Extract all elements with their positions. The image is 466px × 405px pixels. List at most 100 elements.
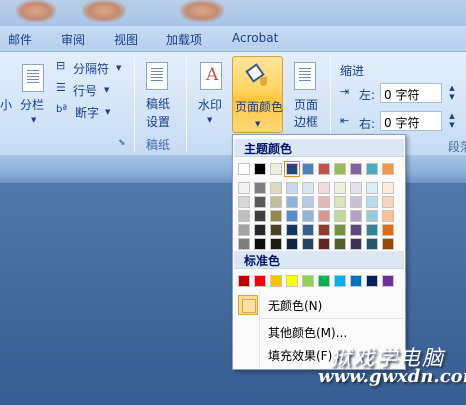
theme-shade-swatch[interactable] [366,196,378,208]
standard-color-swatch[interactable] [270,275,282,287]
line-numbers-button[interactable]: 行号 [73,82,97,99]
tab-addins[interactable]: 加载项 [166,31,202,48]
indent-right-input[interactable]: 0 字符 [380,111,442,131]
theme-shade-swatch[interactable] [366,224,378,236]
theme-color-swatch[interactable] [238,163,250,175]
theme-shade-swatch[interactable] [318,210,330,222]
no-color-label: 无颜色(N) [268,299,323,313]
theme-shade-swatch[interactable] [350,182,362,194]
theme-color-swatch[interactable] [334,163,346,175]
theme-shade-swatch[interactable] [382,196,394,208]
standard-color-swatch[interactable] [318,275,330,287]
theme-shade-swatch[interactable] [366,210,378,222]
theme-shade-swatch[interactable] [350,196,362,208]
tab-acrobat[interactable]: Acrobat [232,31,278,45]
theme-shade-swatch[interactable] [286,210,298,222]
theme-shade-swatch[interactable] [334,182,346,194]
indent-right-icon: ⇤ [340,114,350,127]
theme-shade-swatch[interactable] [302,224,314,236]
group-separator [134,56,135,152]
theme-shade-swatch[interactable] [286,182,298,194]
page-borders-button-line2[interactable]: 边框 [294,113,318,130]
indent-left-stepper[interactable]: ▲ ▼ [446,84,458,104]
theme-shade-swatch[interactable] [254,210,266,222]
indent-right-stepper[interactable]: ▲ ▼ [446,112,458,132]
theme-shade-swatch[interactable] [238,182,250,194]
draft-paper-button-line2[interactable]: 设置 [146,113,170,130]
columns-button[interactable]: 分栏 [20,96,44,113]
tab-mailings[interactable]: 邮件 [8,31,32,48]
theme-shade-swatch[interactable] [302,182,314,194]
theme-color-swatch[interactable] [366,163,378,175]
theme-shade-swatch[interactable] [334,238,346,250]
theme-color-swatch[interactable] [270,163,282,175]
theme-shade-swatch[interactable] [318,196,330,208]
breaks-button[interactable]: 分隔符 [73,60,109,77]
theme-shade-swatch[interactable] [382,238,394,250]
dialog-launcher-icon[interactable]: ⬊ [118,138,126,148]
theme-shade-swatch[interactable] [254,182,266,194]
theme-shade-swatch[interactable] [318,238,330,250]
hyphenation-button[interactable]: 断字 [75,104,99,121]
standard-color-swatch[interactable] [382,275,394,287]
theme-shade-swatch[interactable] [238,210,250,222]
theme-shade-swatch[interactable] [254,196,266,208]
no-color-item[interactable]: 无颜色(N) [234,293,404,317]
theme-shade-swatch[interactable] [270,196,282,208]
theme-color-swatch[interactable] [318,163,330,175]
theme-shade-swatch[interactable] [302,238,314,250]
indent-left-icon: ⇥ [340,85,350,98]
standard-color-swatch[interactable] [366,275,378,287]
title-decoration [82,0,126,22]
theme-color-swatch[interactable] [284,161,300,177]
chevron-down-icon: ▼ [105,108,111,116]
standard-color-swatch[interactable] [254,275,266,287]
theme-shade-swatch[interactable] [334,210,346,222]
theme-shade-swatch[interactable] [270,182,282,194]
theme-shade-swatch[interactable] [318,182,330,194]
theme-shade-swatch[interactable] [254,238,266,250]
page-borders-button-line1[interactable]: 页面 [294,96,318,113]
page-borders-icon [294,62,316,90]
standard-color-swatch[interactable] [238,275,250,287]
standard-color-swatch[interactable] [350,275,362,287]
theme-shade-swatch[interactable] [318,224,330,236]
theme-shade-swatch[interactable] [270,210,282,222]
more-colors-item[interactable]: 其他颜色(M)... [234,320,404,344]
standard-color-swatch[interactable] [286,275,298,287]
standard-color-swatch[interactable] [302,275,314,287]
theme-shade-swatch[interactable] [350,224,362,236]
theme-shade-swatch[interactable] [286,224,298,236]
theme-color-swatch[interactable] [302,163,314,175]
theme-shade-swatch[interactable] [286,238,298,250]
page-color-button[interactable]: 页面颜色 ▼ [232,56,283,133]
theme-shade-swatch[interactable] [302,196,314,208]
theme-shade-swatch[interactable] [350,210,362,222]
theme-color-swatch[interactable] [382,163,394,175]
theme-shade-swatch[interactable] [382,210,394,222]
theme-color-swatch[interactable] [254,163,266,175]
theme-shade-swatch[interactable] [366,238,378,250]
watermark-button[interactable]: 水印 [198,96,222,113]
theme-shade-swatch[interactable] [238,238,250,250]
standard-color-swatch[interactable] [334,275,346,287]
theme-shade-swatch[interactable] [238,196,250,208]
size-button-label[interactable]: 小 [0,96,12,113]
theme-shade-swatch[interactable] [382,224,394,236]
theme-shade-swatch[interactable] [286,196,298,208]
theme-shade-swatch[interactable] [382,182,394,194]
theme-shade-swatch[interactable] [334,224,346,236]
theme-shade-swatch[interactable] [302,210,314,222]
theme-color-swatch[interactable] [350,163,362,175]
theme-shade-swatch[interactable] [366,182,378,194]
theme-shade-swatch[interactable] [270,224,282,236]
theme-shade-swatch[interactable] [238,224,250,236]
indent-left-input[interactable]: 0 字符 [380,83,442,103]
tab-review[interactable]: 审阅 [61,31,85,48]
theme-shade-swatch[interactable] [350,238,362,250]
theme-shade-swatch[interactable] [334,196,346,208]
theme-shade-swatch[interactable] [270,238,282,250]
tab-view[interactable]: 视图 [114,31,138,48]
theme-shade-swatch[interactable] [254,224,266,236]
draft-paper-button-line1[interactable]: 稿纸 [146,95,170,112]
